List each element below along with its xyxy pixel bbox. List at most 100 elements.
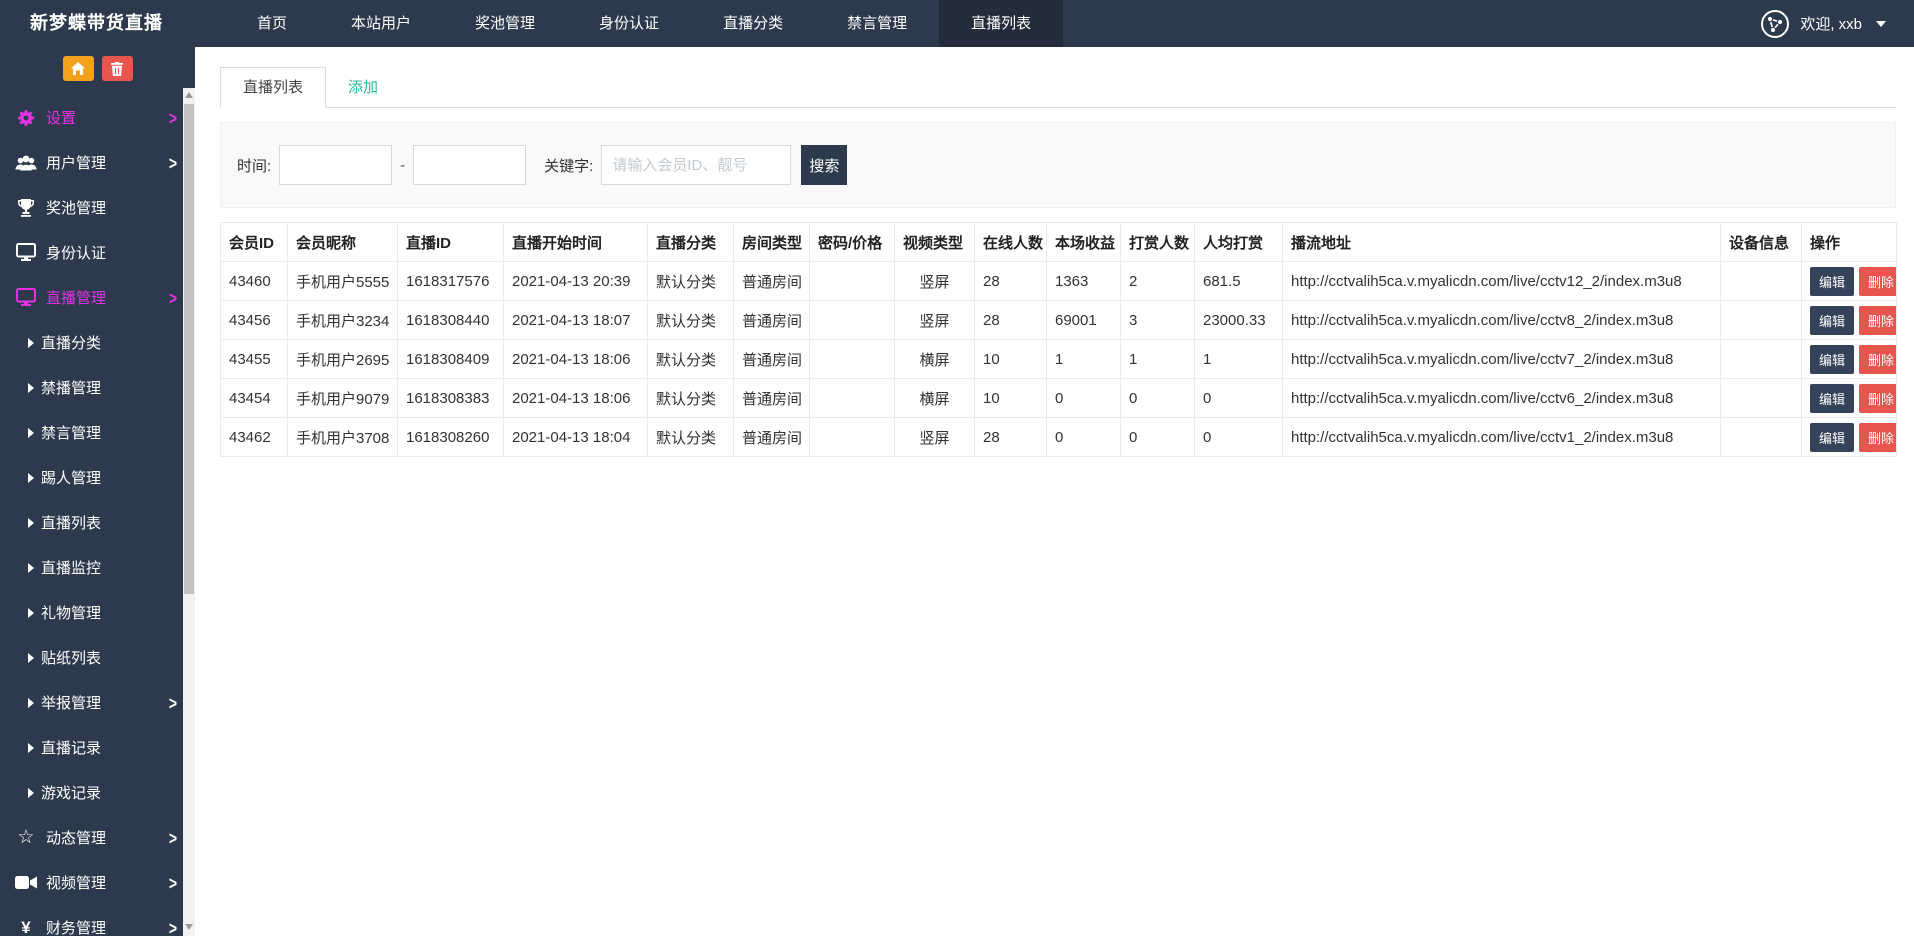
table-cell: 69001 — [1047, 301, 1121, 340]
home-button[interactable] — [63, 56, 94, 81]
table-row: 43462手机用户370816183082602021-04-13 18:04默… — [221, 418, 1897, 457]
sidebar-item[interactable]: 用户管理> — [0, 140, 195, 185]
table-cell — [810, 418, 895, 457]
sidebar-item-label: 踢人管理 — [41, 467, 177, 488]
sidebar-item[interactable]: 举报管理> — [0, 680, 195, 725]
search-button[interactable]: 搜索 — [801, 145, 847, 185]
row-actions: 编辑删除 — [1802, 379, 1897, 418]
table-cell: 43460 — [221, 262, 288, 301]
triangle-right-icon — [28, 473, 34, 483]
trash-button[interactable] — [102, 56, 133, 81]
top-nav-item[interactable]: 直播列表 — [939, 0, 1063, 47]
triangle-right-icon — [28, 518, 34, 528]
top-nav-item[interactable]: 本站用户 — [319, 0, 443, 47]
sidebar-item[interactable]: 直播列表 — [0, 500, 195, 545]
table-cell: 2021-04-13 18:06 — [504, 379, 648, 418]
sidebar-item-label: 动态管理 — [46, 827, 169, 848]
time-to-input[interactable] — [413, 145, 526, 185]
table-cell: 默认分类 — [648, 301, 734, 340]
table-cell: 0 — [1047, 379, 1121, 418]
monitor-icon — [14, 287, 38, 309]
table-cell — [810, 340, 895, 379]
table-cell: 普通房间 — [734, 418, 810, 457]
triangle-right-icon — [28, 743, 34, 753]
sidebar-scrollbar[interactable] — [183, 88, 195, 936]
scroll-down-arrow[interactable] — [183, 920, 195, 934]
top-nav-item[interactable]: 禁言管理 — [815, 0, 939, 47]
sidebar-quick-buttons — [0, 56, 195, 81]
sidebar-item[interactable]: 视频管理> — [0, 860, 195, 905]
sidebar-item[interactable]: 直播分类 — [0, 320, 195, 365]
table-cell: 竖屏 — [895, 301, 975, 340]
sidebar-item[interactable]: 身份认证 — [0, 230, 195, 275]
yen-icon: ¥ — [14, 917, 38, 939]
tab-add[interactable]: 添加 — [326, 68, 400, 107]
triangle-right-icon — [28, 383, 34, 393]
column-header: 设备信息 — [1721, 223, 1802, 262]
table-cell: 1 — [1047, 340, 1121, 379]
edit-button[interactable]: 编辑 — [1810, 267, 1854, 296]
sidebar-item[interactable]: 直播记录 — [0, 725, 195, 770]
edit-button[interactable]: 编辑 — [1810, 384, 1854, 413]
sidebar-item[interactable]: 贴纸列表 — [0, 635, 195, 680]
delete-button[interactable]: 删除 — [1859, 345, 1896, 374]
sidebar-item[interactable]: 踢人管理 — [0, 455, 195, 500]
sidebar-item[interactable]: ¥财务管理> — [0, 905, 195, 950]
table-cell: 0 — [1121, 418, 1195, 457]
table-cell: 手机用户5555 — [288, 262, 398, 301]
delete-button[interactable]: 删除 — [1859, 384, 1896, 413]
table-cell: 竖屏 — [895, 262, 975, 301]
sidebar-item-label: 直播管理 — [46, 287, 169, 308]
keyword-input[interactable] — [601, 145, 791, 185]
sidebar-item-label: 礼物管理 — [41, 602, 177, 623]
table-cell: http://cctvalih5ca.v.myalicdn.com/live/c… — [1283, 379, 1721, 418]
top-nav-item[interactable]: 直播分类 — [691, 0, 815, 47]
column-header: 会员昵称 — [288, 223, 398, 262]
sidebar-item-label: 贴纸列表 — [41, 647, 177, 668]
sidebar-item[interactable]: 礼物管理 — [0, 590, 195, 635]
table-cell: 10 — [975, 379, 1047, 418]
sidebar-item[interactable]: ☆动态管理> — [0, 815, 195, 860]
sidebar-item-label: 视频管理 — [46, 872, 169, 893]
table-cell: http://cctvalih5ca.v.myalicdn.com/live/c… — [1283, 340, 1721, 379]
top-nav-item[interactable]: 身份认证 — [567, 0, 691, 47]
table-cell: 手机用户2695 — [288, 340, 398, 379]
user-menu[interactable]: 欢迎, xxb — [1760, 0, 1914, 47]
sidebar-item[interactable]: 设置> — [0, 95, 195, 140]
column-header: 会员ID — [221, 223, 288, 262]
delete-button[interactable]: 删除 — [1859, 267, 1896, 296]
table-cell: 1618308260 — [398, 418, 504, 457]
tab-live-list[interactable]: 直播列表 — [220, 67, 326, 108]
sidebar-item[interactable]: 游戏记录 — [0, 770, 195, 815]
time-from-input[interactable] — [279, 145, 392, 185]
scroll-up-arrow[interactable] — [183, 88, 195, 102]
table-cell: 普通房间 — [734, 379, 810, 418]
sidebar-item[interactable]: 直播监控 — [0, 545, 195, 590]
delete-button[interactable]: 删除 — [1859, 306, 1896, 335]
table-row: 43454手机用户907916183083832021-04-13 18:06默… — [221, 379, 1897, 418]
share-globe-icon[interactable] — [1760, 9, 1790, 39]
delete-button[interactable]: 删除 — [1859, 423, 1896, 452]
table-cell: 普通房间 — [734, 301, 810, 340]
sidebar-item[interactable]: 禁言管理 — [0, 410, 195, 455]
table-cell: 0 — [1121, 379, 1195, 418]
table-cell — [1721, 379, 1802, 418]
table-cell: 1 — [1121, 340, 1195, 379]
triangle-right-icon — [28, 428, 34, 438]
edit-button[interactable]: 编辑 — [1810, 345, 1854, 374]
chevron-right-icon: > — [169, 827, 177, 848]
top-nav-item[interactable]: 首页 — [225, 0, 319, 47]
sidebar-item-label: 直播列表 — [41, 512, 177, 533]
sidebar-item[interactable]: 直播管理> — [0, 275, 195, 320]
sidebar-item[interactable]: 奖池管理 — [0, 185, 195, 230]
edit-button[interactable]: 编辑 — [1810, 306, 1854, 335]
sidebar-item[interactable]: 禁播管理 — [0, 365, 195, 410]
column-header: 直播分类 — [648, 223, 734, 262]
topbar: 新梦蝶带货直播 首页本站用户奖池管理身份认证直播分类禁言管理直播列表 欢迎, x… — [0, 0, 1914, 47]
edit-button[interactable]: 编辑 — [1810, 423, 1854, 452]
sidebar: 设置>用户管理>奖池管理身份认证直播管理>直播分类禁播管理禁言管理踢人管理直播列… — [0, 47, 195, 936]
column-header: 播流地址 — [1283, 223, 1721, 262]
top-nav-item[interactable]: 奖池管理 — [443, 0, 567, 47]
scrollbar-thumb[interactable] — [184, 104, 194, 594]
main-content: 直播列表 添加 时间: - 关键字: 搜索 会员ID会员昵称直播ID直播开始时间… — [195, 47, 1914, 936]
